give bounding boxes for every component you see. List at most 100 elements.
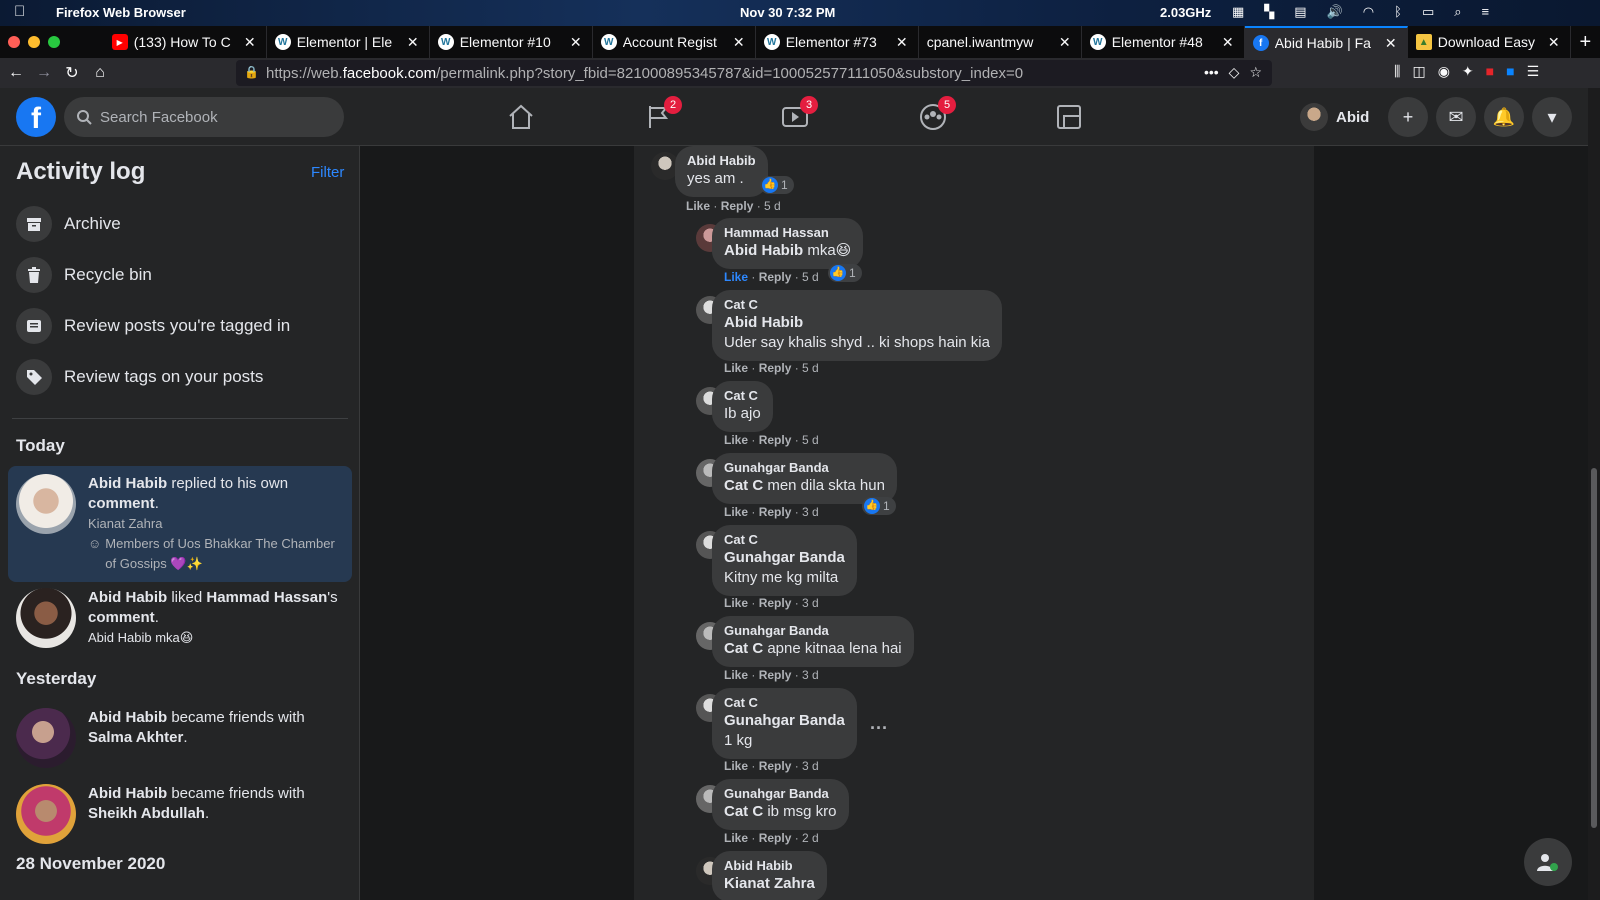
sidebar-item-recycle-bin[interactable]: Recycle bin	[16, 255, 152, 295]
comment-author[interactable]: Hammad Hassan	[724, 224, 851, 241]
browser-tab[interactable]: cpanel.iwantmyw ✕	[919, 26, 1082, 58]
comment-mention[interactable]: Cat C	[724, 477, 763, 494]
like-button[interactable]: Like	[724, 831, 748, 845]
cpu-monitor-icon[interactable]: ▦	[1232, 4, 1244, 20]
close-tab-icon[interactable]: ✕	[405, 34, 421, 51]
messenger-button[interactable]: ✉	[1436, 97, 1476, 137]
close-tab-icon[interactable]: ✕	[1383, 35, 1399, 52]
app-menu-icon[interactable]: ☰	[1527, 63, 1540, 80]
close-tab-icon[interactable]: ✕	[1057, 34, 1073, 51]
comment-author[interactable]: Gunahgar Banda	[724, 459, 885, 476]
page-actions-icon[interactable]: •••	[1204, 64, 1219, 81]
pocket-icon[interactable]: ◇	[1229, 64, 1240, 81]
reload-icon[interactable]: ↻	[58, 63, 86, 83]
filter-button[interactable]: Filter	[311, 164, 344, 181]
comment-bubble[interactable]: Cat C Gunahgar Banda 1 kg	[712, 688, 857, 759]
comment-timestamp[interactable]: 5 d	[764, 199, 781, 213]
comment-timestamp[interactable]: 5 d	[802, 270, 819, 284]
comment-bubble[interactable]: Gunahgar Banda Cat C apne kitnaa lena hai	[712, 616, 914, 667]
activity-entry[interactable]: Abid Habib liked Hammad Hassan's comment…	[8, 580, 352, 656]
comment-bubble[interactable]: Cat C Gunahgar Banda Kitny me kg milta	[712, 525, 857, 596]
comment-bubble[interactable]: Abid Habib yes am .	[675, 146, 768, 197]
browser-tab[interactable]: ▲ Download Easy ✕	[1408, 26, 1571, 58]
comment-bubble[interactable]: Cat C Ib ajo	[712, 381, 773, 432]
like-button[interactable]: Like	[724, 505, 748, 519]
close-tab-icon[interactable]: ✕	[1220, 34, 1236, 51]
browser-tab[interactable]: f Abid Habib | Fa ✕	[1244, 26, 1408, 58]
comment-mention[interactable]: Gunahgar Banda	[724, 549, 845, 566]
window-layout-icon[interactable]: ▚	[1264, 4, 1274, 20]
groups-nav-icon[interactable]: 5	[918, 96, 956, 132]
close-tab-icon[interactable]: ✕	[568, 34, 584, 51]
reply-button[interactable]: Reply	[759, 361, 792, 375]
bookmark-star-icon[interactable]: ☆	[1249, 64, 1262, 81]
comment-timestamp[interactable]: 5 d	[802, 433, 819, 447]
comment-mention[interactable]: Kianat Zahra	[724, 875, 815, 892]
spotlight-search-icon[interactable]: ⌕	[1454, 4, 1461, 20]
comment-author[interactable]: Gunahgar Banda	[724, 622, 902, 639]
sidebar-item-archive[interactable]: Archive	[16, 204, 121, 244]
page-scrollbar[interactable]	[1588, 88, 1600, 900]
minimize-window-button[interactable]	[28, 36, 40, 48]
comment-author[interactable]: Cat C	[724, 531, 845, 548]
back-arrow-icon[interactable]: ←	[2, 64, 30, 82]
reply-button[interactable]: Reply	[759, 596, 792, 610]
activity-entry[interactable]: Abid Habib replied to his own comment. K…	[8, 466, 352, 582]
browser-tab[interactable]: ▶ (133) How To C ✕	[104, 26, 267, 58]
reply-button[interactable]: Reply	[759, 433, 792, 447]
apple-icon[interactable]: 	[14, 3, 25, 20]
browser-tab[interactable]: W Elementor #48 ✕	[1082, 26, 1245, 58]
activity-entry[interactable]: Abid Habib became friends with Salma Akht…	[8, 700, 352, 776]
extension-icon[interactable]: ✦	[1462, 63, 1474, 80]
library-icon[interactable]: ⫼	[1394, 63, 1400, 80]
reaction-count[interactable]: 👍 1	[760, 176, 794, 194]
comment-mention[interactable]: Abid Habib	[724, 242, 803, 259]
browser-tab[interactable]: W Elementor #10 ✕	[430, 26, 593, 58]
comment-options-icon[interactable]: ···	[870, 718, 888, 739]
reply-button[interactable]: Reply	[759, 831, 792, 845]
comment-bubble[interactable]: Hammad Hassan Abid Habib mka😆	[712, 218, 864, 269]
account-icon[interactable]: ◉	[1438, 63, 1450, 80]
account-menu-button[interactable]: ▾	[1532, 97, 1572, 137]
url-bar[interactable]: 🔒 https://web. facebook.com/permalink.php…	[236, 60, 1272, 86]
comment-timestamp[interactable]: 3 d	[802, 505, 819, 519]
comment-timestamp[interactable]: 5 d	[802, 361, 819, 375]
sidebar-item-tagged-posts[interactable]: Review posts you're tagged in	[16, 306, 290, 346]
comment-author[interactable]: Cat C	[724, 296, 990, 313]
new-chat-button[interactable]	[1524, 838, 1572, 886]
like-button[interactable]: Like	[724, 759, 748, 773]
comment-author[interactable]: Abid Habib	[687, 152, 756, 169]
comment-author[interactable]: Gunahgar Banda	[724, 785, 837, 802]
reaction-count[interactable]: 👍 1	[828, 264, 862, 282]
clipboard-icon[interactable]: ▤	[1294, 4, 1306, 20]
comment-timestamp[interactable]: 3 d	[802, 596, 819, 610]
like-button[interactable]: Like	[686, 199, 710, 213]
reaction-count[interactable]: 👍 1	[862, 497, 896, 515]
menubar-clock[interactable]: Nov 30 7:32 PM	[740, 5, 835, 20]
browser-tab[interactable]: W Elementor #73 ✕	[756, 26, 919, 58]
lock-icon[interactable]: 🔒	[244, 65, 259, 79]
watch-nav-icon[interactable]: 3	[780, 96, 818, 132]
activity-entry[interactable]: Abid Habib became friends with Sheikh Abd…	[8, 776, 352, 852]
browser-tab[interactable]: W Elementor | Ele ✕	[267, 26, 430, 58]
close-tab-icon[interactable]: ✕	[1546, 34, 1562, 51]
control-center-icon[interactable]: ≡	[1482, 4, 1490, 20]
sidebar-item-review-tags[interactable]: Review tags on your posts	[16, 357, 263, 397]
bluetooth-icon[interactable]: ᛒ	[1394, 4, 1402, 20]
facebook-logo-icon[interactable]: f	[16, 97, 56, 137]
comment-mention[interactable]: Cat C	[724, 803, 763, 820]
reply-button[interactable]: Reply	[759, 505, 792, 519]
zoom-window-button[interactable]	[48, 36, 60, 48]
reply-button[interactable]: Reply	[759, 759, 792, 773]
volume-icon[interactable]: 🔊	[1327, 4, 1343, 20]
battery-icon[interactable]: ▭	[1422, 4, 1434, 20]
comment-mention[interactable]: Gunahgar Banda	[724, 712, 845, 729]
reply-button[interactable]: Reply	[759, 668, 792, 682]
extension-badge-icon[interactable]: ■	[1506, 63, 1514, 80]
browser-tab[interactable]: W Account Regist ✕	[593, 26, 756, 58]
comment-bubble[interactable]: Gunahgar Banda Cat C ib msg kro	[712, 779, 849, 830]
forward-arrow-icon[interactable]: →	[30, 64, 58, 82]
close-tab-icon[interactable]: ✕	[731, 34, 747, 51]
search-input[interactable]	[100, 108, 320, 126]
close-tab-icon[interactable]: ✕	[242, 34, 258, 51]
